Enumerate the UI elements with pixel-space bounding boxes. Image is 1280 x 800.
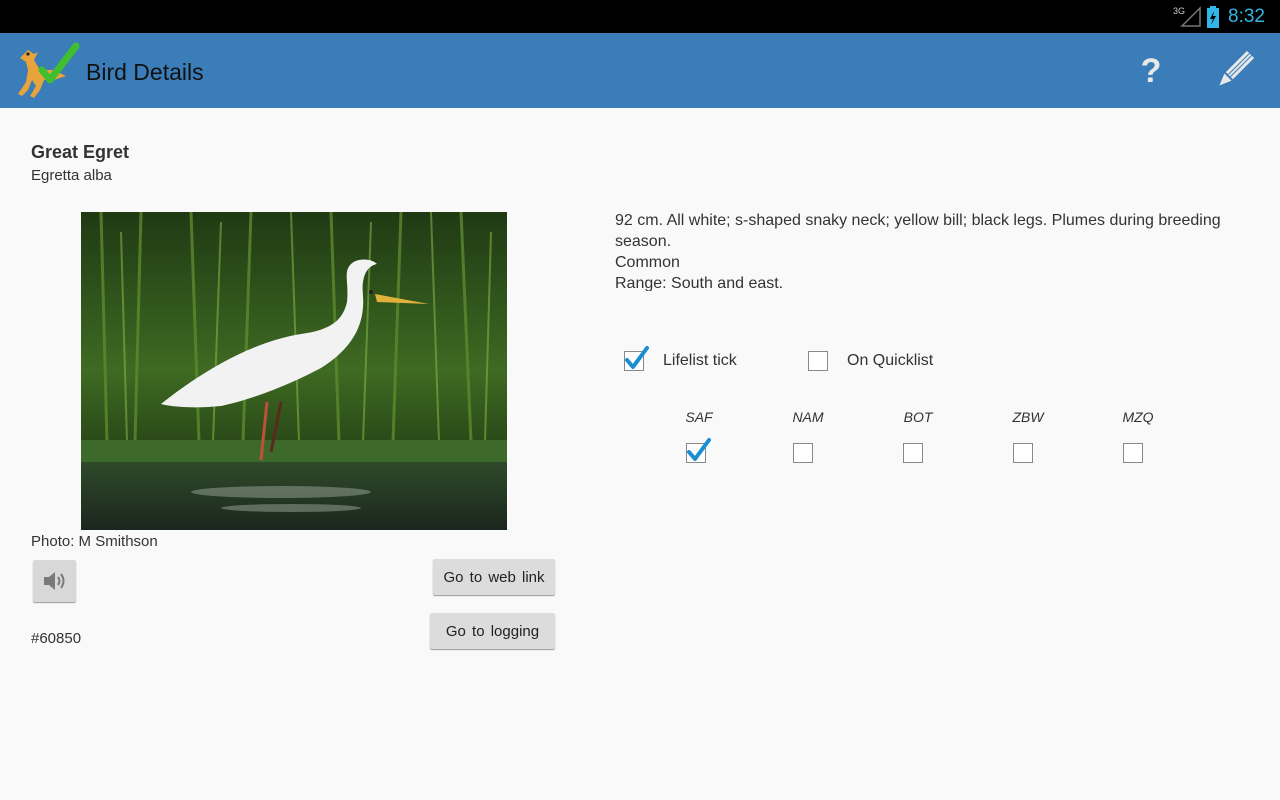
signal-icon: 3G bbox=[1173, 6, 1201, 27]
battery-charging-icon bbox=[1207, 6, 1219, 28]
checkmark-icon bbox=[687, 438, 711, 461]
description-text: 92 cm. All white; s-shaped snaky neck; y… bbox=[615, 212, 1221, 250]
lifelist-checkbox[interactable] bbox=[624, 346, 649, 371]
region-label-zbw: ZBW bbox=[1012, 409, 1044, 425]
play-sound-button[interactable] bbox=[33, 560, 76, 602]
region-label-nam: NAM bbox=[792, 409, 824, 425]
bird-photo[interactable] bbox=[81, 212, 507, 530]
bird-id: #60850 bbox=[31, 630, 82, 647]
svg-text:?: ? bbox=[1141, 52, 1162, 90]
app-title: Bird Details bbox=[86, 59, 204, 85]
pencil-icon[interactable] bbox=[1214, 50, 1256, 90]
speaker-icon bbox=[44, 572, 65, 590]
quicklist-checkbox[interactable] bbox=[808, 351, 828, 371]
photo-credit: Photo: M Smithson bbox=[31, 533, 158, 550]
bird-check-icon[interactable] bbox=[14, 40, 82, 102]
checkmark-icon bbox=[625, 346, 649, 369]
region-label-bot: BOT bbox=[903, 409, 933, 425]
status-bar: 3G 8:32 bbox=[0, 0, 1280, 33]
region-checkbox-bot[interactable] bbox=[903, 443, 923, 463]
bird-scientific-name: Egretta alba bbox=[31, 167, 112, 184]
help-icon[interactable]: ? bbox=[1134, 50, 1168, 90]
network-label: 3G bbox=[1173, 6, 1185, 16]
region-checkbox-mzq[interactable] bbox=[1123, 443, 1143, 463]
go-to-logging-button[interactable]: Go to logging bbox=[430, 613, 555, 649]
region-label-mzq: MZQ bbox=[1122, 409, 1154, 425]
bird-description: 92 cm. All white; s-shaped snaky neck; y… bbox=[615, 210, 1235, 291]
web-link-button[interactable]: Go to web link bbox=[433, 559, 555, 595]
region-checkbox-saf[interactable] bbox=[686, 438, 711, 463]
lifelist-label: Lifelist tick bbox=[663, 352, 737, 369]
status-text: Common bbox=[615, 254, 680, 271]
region-checkbox-nam[interactable] bbox=[793, 443, 813, 463]
region-label-saf: SAF bbox=[685, 409, 713, 425]
bird-common-name: Great Egret bbox=[31, 142, 130, 162]
quicklist-label: On Quicklist bbox=[847, 352, 934, 369]
clock: 8:32 bbox=[1228, 6, 1265, 27]
range-text: Range: South and east. bbox=[615, 275, 784, 291]
region-checkbox-zbw[interactable] bbox=[1013, 443, 1033, 463]
